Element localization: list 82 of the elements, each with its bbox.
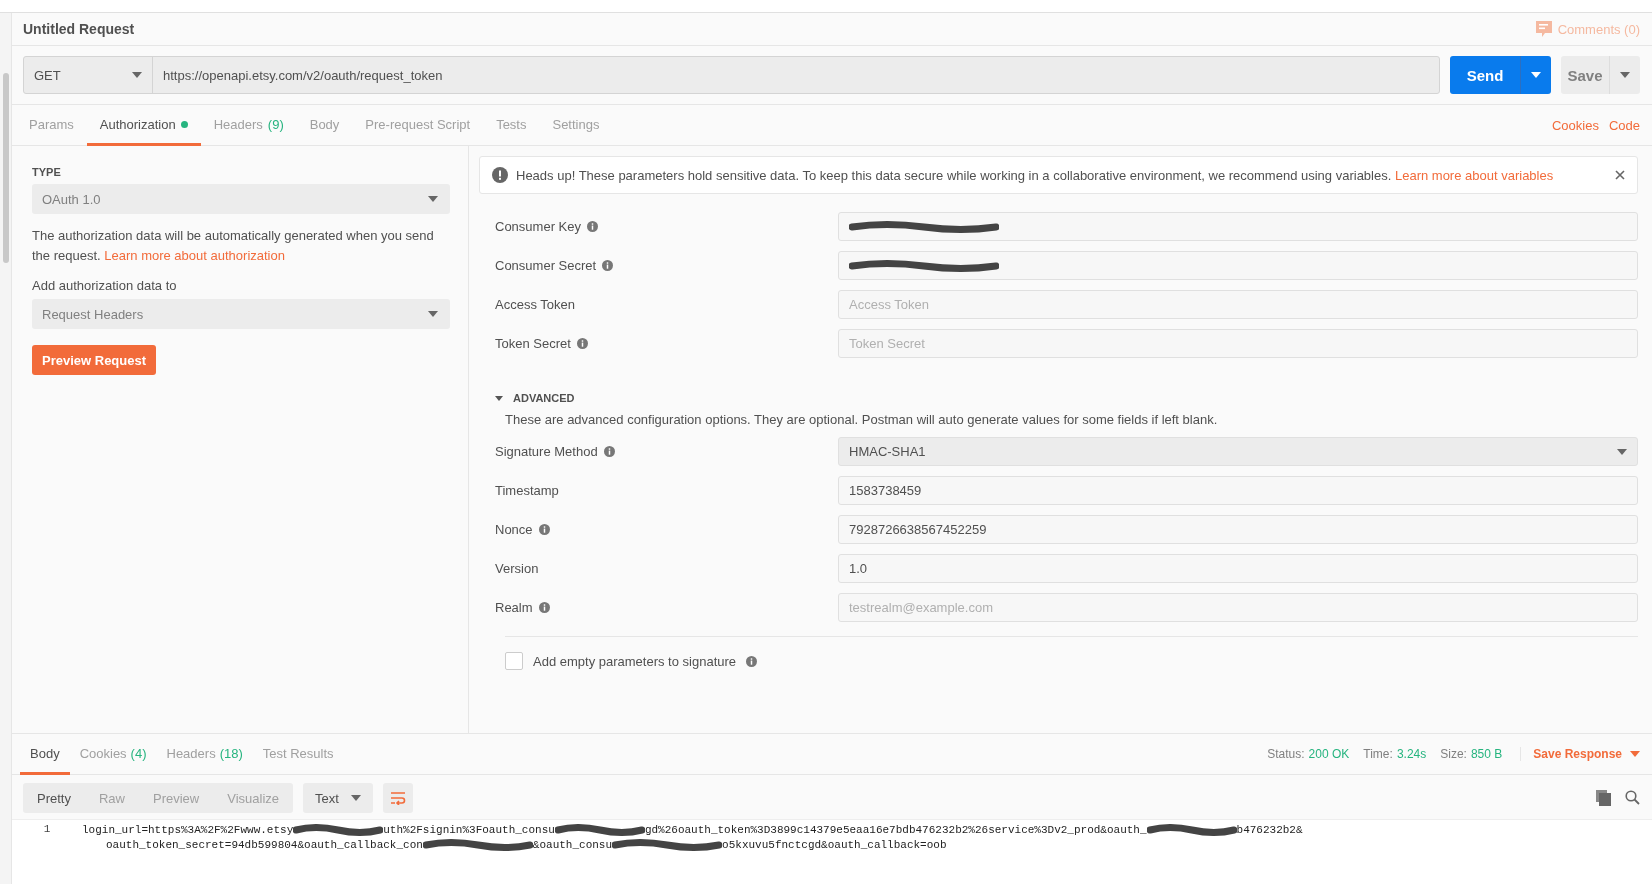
time-value: 3.24s [1396, 747, 1427, 761]
advanced-description: These are advanced configuration options. They are optional. Postman will auto generate values for some fields if left blank. [505, 412, 1219, 427]
input-field[interactable] [838, 212, 1638, 241]
request-tab[interactable]: Tests [483, 105, 540, 146]
add-to-label: Add authorization data to [32, 278, 178, 293]
field-label: Consumer Key [495, 219, 581, 234]
field-label: Signature Method [495, 444, 598, 459]
code-text: oauth_token_secret=94db599804&oauth_callback_con [106, 839, 423, 851]
time-label: Time: [1363, 747, 1393, 761]
learn-more-link[interactable]: Learn more about variables [1394, 167, 1554, 183]
input-field[interactable] [838, 251, 1638, 280]
caret-icon[interactable] [495, 394, 503, 402]
add-to-dropdown[interactable]: Request Headers [32, 299, 450, 329]
response-tab[interactable]: Cookies (4) [69, 734, 157, 775]
request-title: Untitled Request [23, 21, 135, 37]
notice-text: Heads up! These parameters hold sensitive data. To keep this data secure while working in a collaborative environment, we recommend using variables. Learn more about variables [516, 167, 1554, 183]
input-field[interactable]: Token Secret [838, 329, 1638, 358]
checkbox-label: Add empty parameters to signature [533, 653, 737, 669]
auth-description: The authorization data will be automatically generated when you send the request. Learn more about authorization [32, 227, 435, 265]
section-title[interactable]: ADVANCED [513, 392, 575, 404]
code-text: login_url=https%3A%2F%2Fwww.etsy [82, 824, 294, 836]
input-field[interactable]: 1.0 [838, 554, 1638, 583]
close-icon[interactable] [1615, 170, 1625, 180]
caret-icon [1630, 751, 1640, 757]
request-tab[interactable]: Params [16, 105, 87, 146]
code-text: b476232b2& [1236, 824, 1303, 836]
code-text: o5kxuvu5fnctcgd&oauth_callback=oob [722, 839, 947, 851]
search-icon[interactable] [1625, 790, 1640, 805]
save-response-button[interactable]: Save Response [1520, 747, 1640, 761]
info-icon [746, 655, 758, 667]
field-label: Token Secret [495, 336, 571, 351]
caret-icon [1531, 72, 1541, 78]
view-tab[interactable]: Preview [139, 783, 214, 813]
input-field[interactable]: testrealm@example.com [838, 593, 1638, 622]
input-field[interactable]: 7928726638567452259 [838, 515, 1638, 544]
field-label: Consumer Secret [495, 258, 597, 273]
request-tab[interactable]: Pre-request Script [352, 105, 484, 146]
request-tab[interactable]: Body [296, 105, 353, 146]
comment-icon [1535, 21, 1552, 37]
request-tab[interactable]: Headers (9) [200, 105, 297, 146]
response-tab[interactable]: Test Results [252, 734, 344, 775]
field-label: Access Token [495, 297, 575, 312]
wrap-icon [389, 791, 406, 805]
scrollbar-thumb[interactable] [3, 73, 9, 263]
input-field[interactable]: Access Token [838, 290, 1638, 319]
view-tab[interactable]: Visualize [213, 783, 294, 813]
field-label: Nonce [495, 522, 533, 537]
format-dropdown[interactable]: Text [303, 783, 373, 813]
size-label: Size: [1440, 747, 1467, 761]
request-tab[interactable]: Settings [539, 105, 613, 146]
learn-more-link[interactable]: Learn more about authorization [104, 248, 285, 263]
line-number: 1 [42, 822, 52, 837]
tab-link[interactable]: Code [1608, 105, 1640, 145]
comments-link[interactable]: Comments (0) [1557, 21, 1640, 37]
view-tab[interactable]: Raw [84, 783, 139, 813]
field-label: Timestamp [495, 483, 559, 498]
type-label: TYPE [32, 166, 62, 178]
code-text: &oauth_consu [532, 839, 613, 851]
copy-icon[interactable] [1596, 790, 1611, 806]
response-tab[interactable]: Headers (18) [156, 734, 253, 775]
warning-icon [492, 167, 508, 183]
status-label: Status: [1267, 747, 1305, 761]
view-tab[interactable]: Pretty [23, 783, 85, 813]
select-field[interactable]: HMAC-SHA1 [838, 437, 1638, 466]
tab-link[interactable]: Cookies [1551, 105, 1599, 145]
preview-request-button[interactable]: Preview Request [32, 345, 157, 375]
type-dropdown[interactable]: OAuth 1.0 [32, 184, 450, 214]
code-text: gd%26oauth_token%3D3899c14379e5eaa16e7bdb476232b2%26service%3Dv2_prod&oauth_ [644, 824, 1147, 836]
caret-icon [1617, 448, 1627, 455]
input-field[interactable]: 1583738459 [838, 476, 1638, 505]
caret-icon [1620, 72, 1630, 78]
field-label: Realm [495, 600, 533, 615]
size-value: 850 B [1470, 747, 1503, 761]
caret-icon [350, 795, 361, 801]
field-label: Version [495, 561, 539, 576]
status-value: 200 OK [1308, 747, 1350, 761]
caret-icon [428, 196, 438, 202]
checkbox[interactable] [505, 652, 523, 670]
response-tab[interactable]: Body [20, 734, 70, 775]
code-text: uth%2Fsignin%3Foauth_consu [383, 824, 555, 836]
request-tab[interactable]: Authorization [86, 105, 201, 146]
caret-icon [428, 311, 438, 317]
